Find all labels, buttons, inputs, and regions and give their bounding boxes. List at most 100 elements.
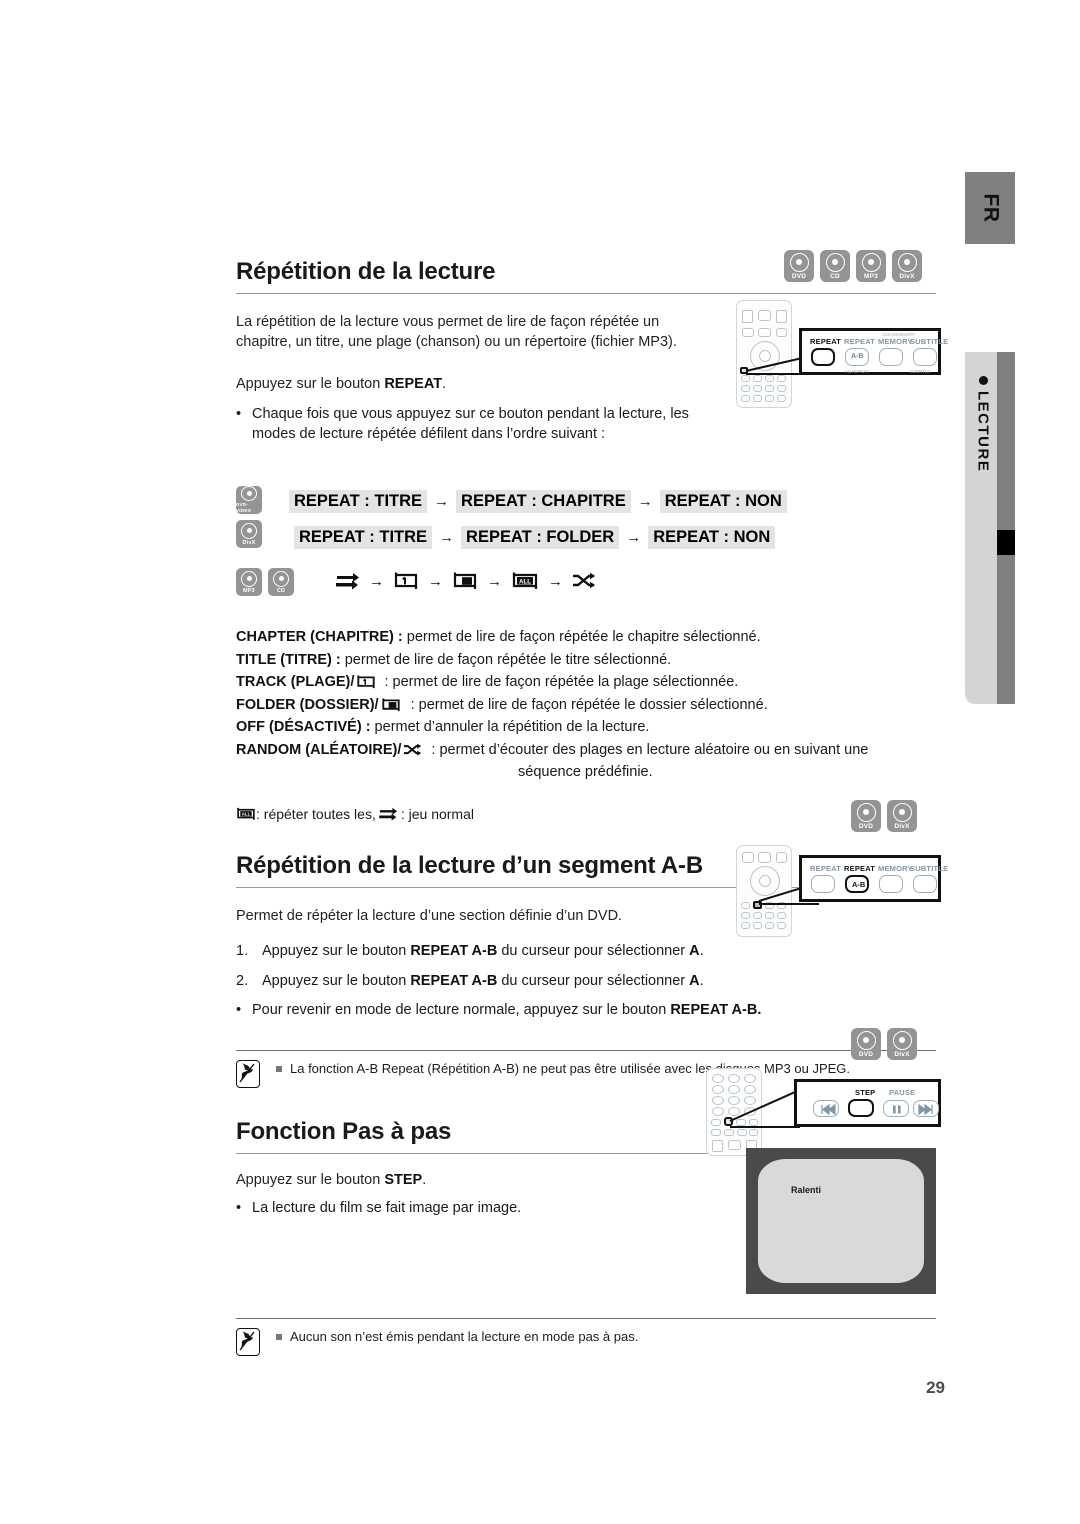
definition-desc: permet de lire de façon répétée le titre… [340,651,672,668]
callout-key-subtitle[interactable] [913,875,937,893]
flow-arrow-icon: → [548,572,563,590]
repeat-all-icon: ALL [237,807,255,820]
note-bullet-square [276,1065,282,1072]
section-tab-label-group: LECTURE [969,374,997,472]
badge-dvd: DVD [851,1028,881,1060]
page-title-repetition: Répétition de la lecture [236,258,496,285]
flow-badges-mp3-cd: MP3 CD [236,568,294,596]
legend-text-normal: : jeu normal [400,805,474,822]
manual-page: FR LECTURE DVD CD MP3 DivX REPEAT REPEAT… [0,0,1080,1524]
definition-random-cont: séquence prédéfinie. [518,764,653,780]
bullet-text: Chaque fois que vous appuyez sur ce bout… [252,406,689,442]
note-bullet-square [276,1334,282,1340]
repeat-mode-definitions: CHAPTER (CHAPITRE) : permet de lire de f… [236,626,936,784]
section-tab-label: LECTURE [974,391,992,473]
disc-icon [856,802,876,822]
badge-mp3: MP3 [236,568,262,596]
badge-label: DivX [242,539,256,546]
callout-key-sublabel: A-B [852,880,866,889]
bullet-text: La lecture du film se fait image par ima… [252,1199,522,1216]
page-number: 29 [926,1378,945,1397]
definition-desc: permet d’annuler la répétition de la lec… [370,719,650,735]
normal-play-icon [336,573,359,590]
badge-label: DVD [858,822,874,830]
callout-leader-line-2 [759,903,819,905]
definition-track: TRACK (PLAGE)/ : permet de lire de façon… [236,671,936,694]
definition-desc: : permet d’écouter des plages en lecture… [427,741,869,758]
instruction-repeat: Appuyez sur le bouton REPEAT. [236,374,936,394]
definition-desc: : permet de lire de façon répétée le dos… [406,696,768,713]
repeat-track-icon [394,572,418,589]
svg-text:ALL: ALL [519,578,531,585]
definition-term: TRACK (PLAGE)/ [236,674,355,690]
disc-icon [273,570,289,587]
osd-text: Ralenti [791,1185,822,1195]
flow-arrow-icon: → [637,493,653,510]
flow-item: REPEAT : NON [648,526,776,549]
remote-illustration-ab: REPEAT REPEAT MEMORY SUBTITLE A-B [736,845,948,937]
flow-item: REPEAT : CHAPITRE [456,490,631,513]
memo-icon [236,1059,260,1088]
callout-key-prev[interactable] [813,1100,839,1117]
language-tab-label: FR [979,193,1002,223]
repeat-flow-diagram: DVD-VIDEO DivX MP3 CD REPEAT: TITRE → R… [236,484,936,614]
callout-key-label-pause: PAUSE [889,1088,916,1097]
definition-desc: : permet de lire de façon répétée la pla… [380,674,739,690]
step-text: Appuyez sur le bouton REPEAT A-B du curs… [262,972,704,989]
bullet-marker: • [236,1199,242,1216]
callout-key-memory[interactable] [879,875,903,893]
tv-illustration: Ralenti [746,1148,936,1294]
flow-arrow-icon: → [487,572,502,590]
definition-off: OFF (DÉSACTIVÉ) : permet d’annuler la ré… [236,716,936,739]
badge-label: DivX [894,1050,910,1058]
step-item-1: 1. Appuyez sur le bouton REPEAT A-B du c… [236,940,936,962]
badge-cd: CD [268,568,294,596]
callout-key-next[interactable] [913,1100,939,1117]
definition-term: OFF (DÉSACTIVÉ) : [236,719,371,735]
repeat-folder-icon [381,698,400,711]
badge-divx: DivX [887,1028,917,1060]
page-content: Répétition de la lecture La répétition d… [236,0,936,1218]
bullet-dot-icon [978,376,988,385]
icon-legend: ALL : répéter toutes les, : jeu normal [236,806,936,822]
definition-chapter: CHAPTER (CHAPITRE) : permet de lire de f… [236,626,936,649]
note-text: Aucun son n’est émis pendant la lecture … [290,1329,639,1344]
callout-key-repeat-ab[interactable]: A-B [845,875,869,893]
repeat-all-icon: ALL [512,572,538,589]
step-item-2: 2. Appuyez sur le bouton REPEAT A-B du c… [236,970,936,992]
flow-row-divx: REPEAT : TITRE → REPEAT : FOLDER → REPEA… [294,526,776,549]
flow-item: REPEAT : FOLDER [461,526,620,549]
step-number: 2. [236,972,249,989]
callout-key-step[interactable] [848,1099,874,1117]
bullet-marker: • [236,1001,242,1018]
definition-title: TITLE (TITRE) : permet de lire de façon … [236,649,936,672]
badge-divx: DivX [887,800,917,832]
flow-arrow-icon: → [434,493,450,510]
flow-arrow-icon: → [369,572,384,590]
disc-icon [856,1030,876,1050]
normal-play-icon [379,807,397,821]
repeat-track-icon [357,675,376,689]
flow-item: REPEAT : TITRE [294,526,433,549]
badge-dvd: DVD [851,800,881,832]
callout-leader-line-2 [730,1126,800,1128]
disc-icon [892,1030,912,1050]
memo-icon [236,1328,260,1356]
flow-row-dvd: REPEAT : TITRE → REPEAT : CHAPITRE → REP… [289,490,787,513]
intro-paragraph-repetition: La répétition de la lecture vous permet … [236,314,677,350]
language-tab-fr: FR [965,172,1015,244]
flow-badge-dvd-video: DVD-VIDEO [236,486,262,514]
callout-key-pause[interactable] [883,1100,909,1117]
flow-item: REPEAT : TITRE [289,490,428,513]
badge-label: DivX [894,822,910,830]
callout-key-repeat[interactable] [811,875,835,893]
definition-term: FOLDER (DOSSIER)/ [236,696,379,713]
definition-folder: FOLDER (DOSSIER)/ : permet de lire de fa… [236,694,936,717]
instruction-prefix: Appuyez sur le bouton [236,376,385,392]
media-badges-step: DVD DivX [851,1028,917,1060]
badge-label: DVD [858,1050,874,1058]
definition-desc: permet de lire de façon répétée le chapi… [402,629,761,645]
media-badges-ab: DVD DivX [851,800,917,832]
flow-row-mp3-cd: → → → ALL → [336,572,596,590]
bullet-repeat-order: • Chaque fois que vous appuyez sur ce bo… [236,404,716,444]
